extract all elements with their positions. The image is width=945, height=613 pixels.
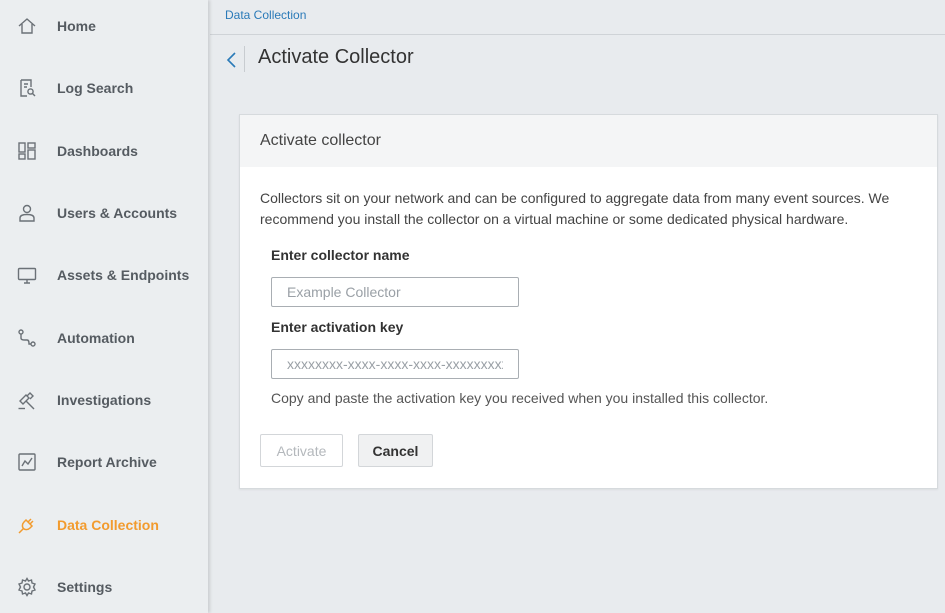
sidebar-item-label: Home bbox=[57, 18, 96, 34]
sidebar-item-automation[interactable]: Automation bbox=[0, 318, 208, 358]
home-icon bbox=[17, 16, 37, 36]
sidebar: Home Log Search Dashboards Users & Accou… bbox=[0, 0, 208, 613]
gear-icon bbox=[17, 577, 37, 597]
page-title: Activate Collector bbox=[258, 46, 414, 68]
sidebar-item-assets-endpoints[interactable]: Assets & Endpoints bbox=[0, 255, 208, 295]
top-bar: Data Collection bbox=[210, 0, 945, 35]
sidebar-item-home[interactable]: Home bbox=[0, 6, 208, 46]
sidebar-item-settings[interactable]: Settings bbox=[0, 567, 208, 607]
card-title: Activate collector bbox=[260, 132, 381, 149]
plug-icon bbox=[17, 515, 37, 535]
card-header: Activate collector bbox=[240, 115, 937, 167]
sidebar-item-label: Report Archive bbox=[57, 454, 157, 470]
activate-collector-card: Activate collector Collectors sit on you… bbox=[239, 114, 938, 489]
sidebar-item-label: Users & Accounts bbox=[57, 205, 178, 221]
sidebar-item-users-accounts[interactable]: Users & Accounts bbox=[0, 193, 208, 233]
collector-name-input[interactable] bbox=[271, 277, 519, 307]
sidebar-item-label: Automation bbox=[57, 330, 135, 346]
back-button[interactable] bbox=[222, 46, 245, 72]
activation-key-label: Enter activation key bbox=[271, 319, 404, 335]
sidebar-item-data-collection[interactable]: Data Collection bbox=[0, 505, 208, 545]
sidebar-item-label: Investigations bbox=[57, 392, 152, 408]
automation-icon bbox=[17, 328, 37, 348]
report-chart-icon bbox=[17, 452, 37, 472]
monitor-icon bbox=[17, 265, 37, 285]
breadcrumb-data-collection[interactable]: Data Collection bbox=[225, 8, 306, 22]
sidebar-item-log-search[interactable]: Log Search bbox=[0, 68, 208, 108]
user-icon bbox=[17, 203, 37, 223]
collector-name-label: Enter collector name bbox=[271, 247, 410, 263]
sidebar-item-label: Data Collection bbox=[57, 517, 159, 533]
sidebar-item-label: Assets & Endpoints bbox=[57, 267, 190, 283]
card-description: Collectors sit on your network and can b… bbox=[260, 190, 890, 227]
sidebar-item-label: Log Search bbox=[57, 80, 134, 96]
activation-key-help: Copy and paste the activation key you re… bbox=[271, 390, 769, 406]
sidebar-item-report-archive[interactable]: Report Archive bbox=[0, 442, 208, 482]
sidebar-item-dashboards[interactable]: Dashboards bbox=[0, 131, 208, 171]
log-search-icon bbox=[17, 78, 37, 98]
activation-key-input[interactable] bbox=[271, 349, 519, 379]
sidebar-item-label: Settings bbox=[57, 579, 113, 595]
sidebar-item-investigations[interactable]: Investigations bbox=[0, 380, 208, 420]
sidebar-item-label: Dashboards bbox=[57, 143, 138, 159]
activate-button[interactable]: Activate bbox=[260, 434, 343, 467]
main-content: Data Collection Activate Collector Activ… bbox=[210, 0, 945, 613]
dashboards-icon bbox=[17, 141, 37, 161]
cancel-button[interactable]: Cancel bbox=[358, 434, 433, 467]
investigations-icon bbox=[17, 390, 37, 410]
